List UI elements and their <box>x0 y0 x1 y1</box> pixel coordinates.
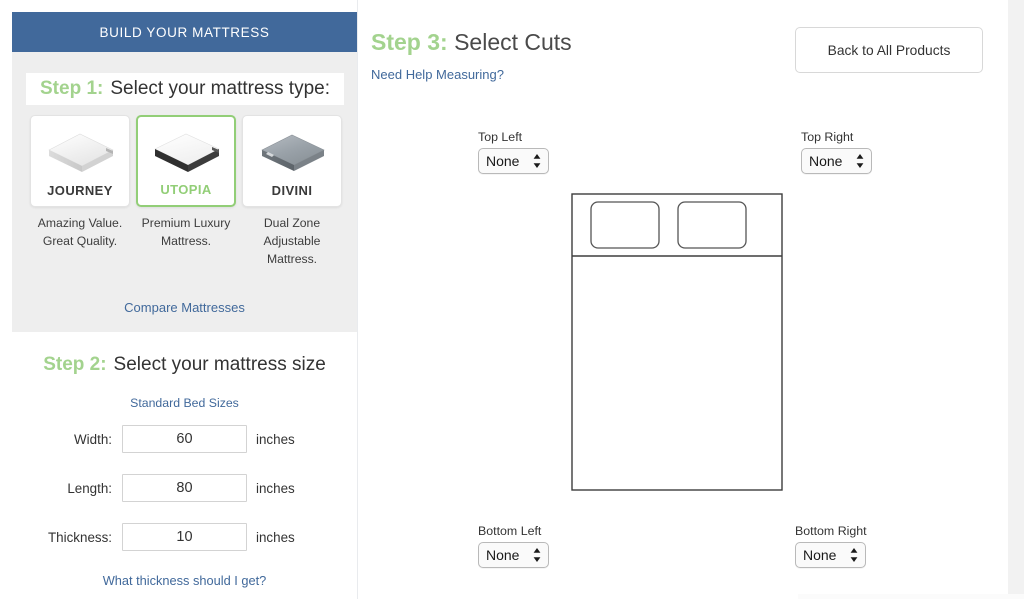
step2-panel: Step 2: Select your mattress size Standar… <box>12 340 357 599</box>
cut-group-bottom-right: Bottom Right None <box>795 524 867 573</box>
brand-bar-title: BUILD YOUR MATTRESS <box>99 24 270 40</box>
need-help-measuring-link[interactable]: Need Help Measuring? <box>371 67 504 82</box>
utopia-mattress-image <box>154 133 220 172</box>
compare-mattresses-link[interactable]: Compare Mattresses <box>12 300 357 315</box>
divini-mattress-image <box>261 134 325 171</box>
mattress-option-utopia-label: UTOPIA <box>160 182 212 197</box>
step3-title-text: Select Cuts <box>454 29 572 55</box>
mattress-desc-divini: Dual Zone Adjustable Mattress. <box>263 216 321 266</box>
cut-select-bottom-right[interactable]: None <box>795 542 866 568</box>
mattress-option-divini-label: DIVINI <box>271 183 313 198</box>
thickness-help-link[interactable]: What thickness should I get? <box>12 573 357 588</box>
page-root: BUILD YOUR MATTRESS Step 1: Select your … <box>0 0 1024 599</box>
width-label: Width: <box>74 431 112 447</box>
step1-panel: Step 1: Select your mattress type: JOURN… <box>12 52 357 332</box>
cut-value-bottom-right: None <box>803 547 837 563</box>
cut-group-bottom-left: Bottom Left None <box>478 524 549 573</box>
stepper-arrows-icon <box>533 548 541 562</box>
journey-mattress-image <box>48 133 114 172</box>
page-right-gutter <box>1008 0 1024 599</box>
step3-title: Step 3: Select Cuts <box>371 29 572 56</box>
width-unit: inches <box>256 431 295 447</box>
brand-bar: BUILD YOUR MATTRESS <box>12 12 357 52</box>
cut-label-bottom-right: Bottom Right <box>795 524 867 538</box>
cut-group-top-right: Top Right None <box>801 130 872 179</box>
mattress-desc-utopia: Premium Luxury Mattress. <box>141 216 231 248</box>
cut-label-top-right: Top Right <box>801 130 854 144</box>
mattress-desc-journey: Amazing Value. Great Quality. <box>37 216 123 248</box>
cut-group-top-left: Top Left None <box>478 130 549 179</box>
step3-number: Step 3: <box>371 29 448 55</box>
length-input[interactable] <box>122 474 247 502</box>
step2-title-text: Select your mattress size <box>113 354 326 375</box>
width-input[interactable] <box>122 425 247 453</box>
left-configurator-column: BUILD YOUR MATTRESS Step 1: Select your … <box>0 0 358 599</box>
cut-value-top-right: None <box>809 153 843 169</box>
step1-title-text: Select your mattress type: <box>110 78 331 99</box>
standard-bed-sizes-link[interactable]: Standard Bed Sizes <box>12 396 357 410</box>
cut-value-bottom-left: None <box>486 547 520 563</box>
step2-title: Step 2: Select your mattress size <box>12 353 357 376</box>
step1-title: Step 1: Select your mattress type: <box>26 73 344 105</box>
bottom-fade-strip <box>798 594 1024 599</box>
stepper-arrows-icon <box>856 154 864 168</box>
thickness-input[interactable] <box>122 523 247 551</box>
thickness-field-row: Thickness: inches <box>12 523 357 551</box>
mattress-diagram-svg <box>571 193 783 491</box>
thickness-unit: inches <box>256 529 295 545</box>
right-cuts-column: Step 3: Select Cuts Need Help Measuring?… <box>358 0 1024 599</box>
cut-label-top-left: Top Left <box>478 130 523 144</box>
mattress-option-journey[interactable]: JOURNEY <box>30 115 130 207</box>
cut-select-top-left[interactable]: None <box>478 148 549 174</box>
mattress-descriptions: Amazing Value. Great Quality. Premium Lu… <box>30 214 342 268</box>
cut-select-top-right[interactable]: None <box>801 148 872 174</box>
length-unit: inches <box>256 480 295 496</box>
mattress-diagram[interactable] <box>571 193 783 496</box>
mattress-option-utopia[interactable]: UTOPIA <box>136 115 236 207</box>
step2-number: Step 2: <box>43 354 107 375</box>
length-field-row: Length: inches <box>12 474 357 502</box>
mattress-type-options: JOURNEY UTOPIA DIVINI <box>30 115 342 207</box>
stepper-arrows-icon <box>850 548 858 562</box>
cut-label-bottom-left: Bottom Left <box>478 524 542 538</box>
mattress-option-journey-label: JOURNEY <box>47 183 113 198</box>
stepper-arrows-icon <box>533 154 541 168</box>
length-label: Length: <box>67 480 112 496</box>
cut-value-top-left: None <box>486 153 520 169</box>
thickness-label: Thickness: <box>48 529 112 545</box>
width-field-row: Width: inches <box>12 425 357 453</box>
step1-number: Step 1: <box>40 78 104 99</box>
back-to-all-products-button[interactable]: Back to All Products <box>795 27 983 73</box>
cut-select-bottom-left[interactable]: None <box>478 542 549 568</box>
mattress-option-divini[interactable]: DIVINI <box>242 115 342 207</box>
